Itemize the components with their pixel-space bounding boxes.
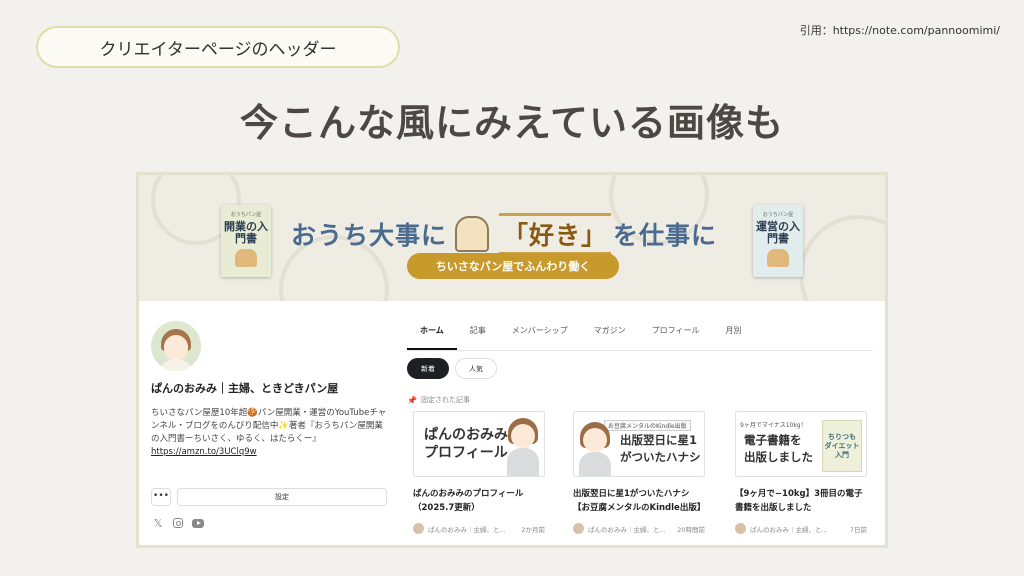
creator-header-banner: おうちパン屋 開業の入門書 おうち大事に 「好き」 を仕事に ちいさなパン屋でふ… — [139, 175, 885, 301]
citation: 引用：https://note.com/pannoomimi/ — [799, 24, 1000, 37]
thumbnail-text: ぱんのおみみ プロフィール — [424, 427, 508, 461]
article-title[interactable]: ぱんのおみみのプロフィール（2025.7更新） — [413, 487, 545, 517]
author-avatar[interactable] — [735, 523, 746, 534]
profile-tabs: ホーム 記事 メンバーシップ マガジン プロフィール 月別 — [407, 325, 873, 351]
thumbnail-text: 電子書籍を 出版しました — [744, 433, 813, 464]
article-thumbnail[interactable]: ぱんのおみみ プロフィール — [413, 411, 545, 477]
article-card[interactable]: お豆腐メンタルのKindle出版 出版翌日に星1 がついたハナシ 出版翌日に星1… — [573, 411, 705, 534]
article-meta: ぱんのおみみ｜主婦、と... 2か月前 — [413, 523, 545, 534]
post-time: 20時間前 — [677, 525, 705, 534]
face — [583, 428, 607, 452]
book-title: 開業の入門書 — [224, 220, 268, 245]
article-thumbnail[interactable]: お豆腐メンタルのKindle出版 出版翌日に星1 がついたハナシ — [573, 411, 705, 477]
body — [579, 452, 611, 476]
instagram-icon[interactable] — [171, 517, 185, 529]
post-time: 7日前 — [849, 525, 867, 534]
author-name[interactable]: ぱんのおみみ｜主婦、と... — [750, 524, 850, 534]
character-illustration — [576, 420, 614, 476]
settings-button[interactable]: 設定 — [177, 488, 387, 506]
avatar-face — [164, 335, 188, 361]
bread-illustration — [235, 249, 257, 267]
slide-label: クリエイターページのヘッダー — [36, 26, 400, 68]
thumbnail-tag: お豆腐メンタルのKindle出版 — [604, 420, 691, 431]
screenshot-frame: おうちパン屋 開業の入門書 おうち大事に 「好き」 を仕事に ちいさなパン屋でふ… — [136, 172, 888, 548]
headline: 今こんな風にみえている画像も — [239, 101, 785, 145]
tab-articles[interactable]: 記事 — [457, 325, 499, 350]
banner-title-post: を仕事に — [613, 221, 718, 250]
banner-title-pre: おうち大事に — [291, 221, 448, 250]
creator-name: ぱんのおみみ｜主婦、ときどきパン屋 — [151, 382, 339, 395]
pin-icon: 📌 — [407, 395, 417, 405]
banner-title-suki: 「好き」 — [499, 213, 612, 255]
tab-home[interactable]: ホーム — [407, 325, 457, 350]
book-title: 運営の入門書 — [756, 220, 800, 245]
chip-new[interactable]: 新着 — [407, 358, 449, 379]
bread-character-illustration — [455, 216, 490, 252]
x-icon[interactable]: 𝕏 — [151, 517, 165, 530]
bread-illustration — [767, 249, 789, 267]
youtube-glyph — [192, 518, 204, 528]
bg-shape — [799, 215, 885, 301]
book-cover-left: おうちパン屋 開業の入門書 — [221, 205, 271, 277]
youtube-icon[interactable] — [191, 517, 205, 529]
bio-link[interactable]: https://amzn.to/3UClq9w — [151, 446, 389, 459]
tab-profile[interactable]: プロフィール — [639, 325, 713, 350]
tab-magazine[interactable]: マガジン — [581, 325, 639, 350]
avatar-body — [159, 359, 193, 371]
author-name[interactable]: ぱんのおみみ｜主婦、と... — [428, 524, 521, 534]
book-kicker: おうちパン屋 — [230, 212, 262, 218]
more-button[interactable]: ••• — [151, 488, 171, 506]
creator-bio: ちいさなパン屋歴10年超🍪パン屋開業・運営のYouTubeチャンネル・ブログをの… — [151, 407, 389, 459]
banner-subtitle: ちいさなパン屋でふんわり働く — [407, 253, 619, 279]
article-title[interactable]: 【9ヶ月で−10kg】3冊目の電子書籍を出版しました — [735, 487, 867, 517]
article-title[interactable]: 出版翌日に星1がついたハナシ【お豆腐メンタルのKindle出版】 — [573, 487, 705, 517]
body — [507, 448, 539, 476]
more-icon: ••• — [153, 491, 169, 501]
pinned-text: 固定された記事 — [420, 396, 470, 404]
tab-monthly[interactable]: 月別 — [712, 325, 754, 350]
sort-chips: 新着 人気 — [407, 358, 497, 379]
banner-title: おうち大事に 「好き」 を仕事に — [291, 213, 717, 255]
tab-membership[interactable]: メンバーシップ — [499, 325, 581, 350]
instagram-glyph — [173, 518, 183, 528]
article-card[interactable]: 9ヶ月でマイナス10kg！ 電子書籍を 出版しました ちりつも ダイエット 入門… — [735, 411, 867, 534]
article-meta: ぱんのおみみ｜主婦、と... 20時間前 — [573, 523, 705, 534]
author-name[interactable]: ぱんのおみみ｜主婦、と... — [588, 524, 677, 534]
face — [511, 424, 535, 448]
chip-popular[interactable]: 人気 — [455, 358, 497, 379]
thumbnail-tag: 9ヶ月でマイナス10kg！ — [740, 422, 807, 429]
pinned-label: 📌 固定された記事 — [407, 395, 470, 405]
book-thumbnail: ちりつも ダイエット 入門 — [822, 420, 862, 472]
post-time: 2か月前 — [521, 525, 545, 534]
book-cover-right: おうちパン屋 運営の入門書 — [753, 205, 803, 277]
article-meta: ぱんのおみみ｜主婦、と... 7日前 — [735, 523, 867, 534]
avatar[interactable] — [151, 321, 201, 371]
article-card[interactable]: ぱんのおみみ プロフィール ぱんのおみみのプロフィール（2025.7更新） ぱん… — [413, 411, 545, 534]
article-thumbnail[interactable]: 9ヶ月でマイナス10kg！ 電子書籍を 出版しました ちりつも ダイエット 入門 — [735, 411, 867, 477]
author-avatar[interactable] — [573, 523, 584, 534]
character-illustration — [504, 416, 542, 476]
thumbnail-text: 出版翌日に星1 がついたハナシ — [620, 433, 701, 464]
author-avatar[interactable] — [413, 523, 424, 534]
bio-text: ちいさなパン屋歴10年超🍪パン屋開業・運営のYouTubeチャンネル・ブログをの… — [151, 408, 387, 444]
book-kicker: おうちパン屋 — [762, 212, 794, 218]
